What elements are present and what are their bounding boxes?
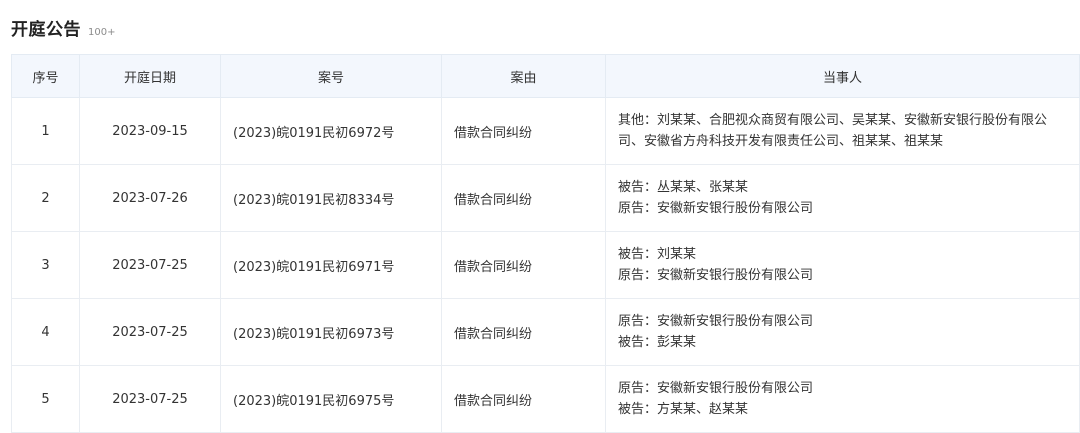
table-row[interactable]: 4 2023-07-25 (2023)皖0191民初6973号 借款合同纠纷 原…	[11, 298, 1080, 366]
row-index: 3	[11, 231, 80, 299]
column-header-index: 序号	[11, 54, 80, 98]
case-number-link[interactable]: (2023)皖0191民初6972号	[220, 97, 442, 165]
row-index: 5	[11, 365, 80, 433]
party-line[interactable]: 原告：安徽新安银行股份有限公司	[618, 198, 1065, 219]
row-index: 4	[11, 298, 80, 366]
table-row[interactable]: 3 2023-07-25 (2023)皖0191民初6971号 借款合同纠纷 被…	[11, 231, 1080, 299]
party-line[interactable]: 原告：安徽新安银行股份有限公司	[618, 378, 1065, 399]
table-header-row: 序号 开庭日期 案号 案由 当事人	[11, 54, 1080, 98]
party-line[interactable]: 原告：安徽新安银行股份有限公司	[618, 265, 1065, 286]
hearing-date: 2023-09-15	[79, 97, 221, 165]
case-number-link[interactable]: (2023)皖0191民初8334号	[220, 164, 442, 232]
hearing-date: 2023-07-25	[79, 365, 221, 433]
case-cause: 借款合同纠纷	[441, 231, 606, 299]
column-header-parties: 当事人	[605, 54, 1080, 98]
case-number-link[interactable]: (2023)皖0191民初6971号	[220, 231, 442, 299]
party-line[interactable]: 其他：刘某某、合肥视众商贸有限公司、吴某某、安徽新安银行股份有限公司、安徽省方舟…	[618, 110, 1065, 152]
party-line[interactable]: 被告：方某某、赵某某	[618, 399, 1065, 420]
column-header-cause: 案由	[441, 54, 606, 98]
table-row[interactable]: 2 2023-07-26 (2023)皖0191民初8334号 借款合同纠纷 被…	[11, 164, 1080, 232]
parties-cell: 原告：安徽新安银行股份有限公司 被告：方某某、赵某某	[605, 365, 1080, 433]
case-number-link[interactable]: (2023)皖0191民初6973号	[220, 298, 442, 366]
case-cause: 借款合同纠纷	[441, 97, 606, 165]
row-index: 1	[11, 97, 80, 165]
case-number-link[interactable]: (2023)皖0191民初6975号	[220, 365, 442, 433]
hearing-date: 2023-07-25	[79, 298, 221, 366]
column-header-hearing-date: 开庭日期	[79, 54, 221, 98]
court-hearing-table: 序号 开庭日期 案号 案由 当事人 1 2023-09-15 (2023)皖01…	[11, 54, 1080, 433]
hearing-date: 2023-07-26	[79, 164, 221, 232]
table-row[interactable]: 5 2023-07-25 (2023)皖0191民初6975号 借款合同纠纷 原…	[11, 365, 1080, 433]
parties-cell: 原告：安徽新安银行股份有限公司 被告：彭某某	[605, 298, 1080, 366]
parties-cell: 被告：刘某某 原告：安徽新安银行股份有限公司	[605, 231, 1080, 299]
party-line[interactable]: 被告：刘某某	[618, 244, 1065, 265]
parties-cell: 被告：丛某某、张某某 原告：安徽新安银行股份有限公司	[605, 164, 1080, 232]
row-index: 2	[11, 164, 80, 232]
section-title: 开庭公告	[11, 20, 81, 40]
hearing-date: 2023-07-25	[79, 231, 221, 299]
party-line[interactable]: 被告：丛某某、张某某	[618, 177, 1065, 198]
column-header-case-number: 案号	[220, 54, 442, 98]
record-count-badge: 100+	[88, 27, 116, 38]
parties-cell: 其他：刘某某、合肥视众商贸有限公司、吴某某、安徽新安银行股份有限公司、安徽省方舟…	[605, 97, 1080, 165]
party-line[interactable]: 原告：安徽新安银行股份有限公司	[618, 311, 1065, 332]
case-cause: 借款合同纠纷	[441, 365, 606, 433]
party-line[interactable]: 被告：彭某某	[618, 332, 1065, 353]
section-header: 开庭公告 100+	[11, 15, 115, 41]
case-cause: 借款合同纠纷	[441, 298, 606, 366]
case-cause: 借款合同纠纷	[441, 164, 606, 232]
table-row[interactable]: 1 2023-09-15 (2023)皖0191民初6972号 借款合同纠纷 其…	[11, 97, 1080, 165]
